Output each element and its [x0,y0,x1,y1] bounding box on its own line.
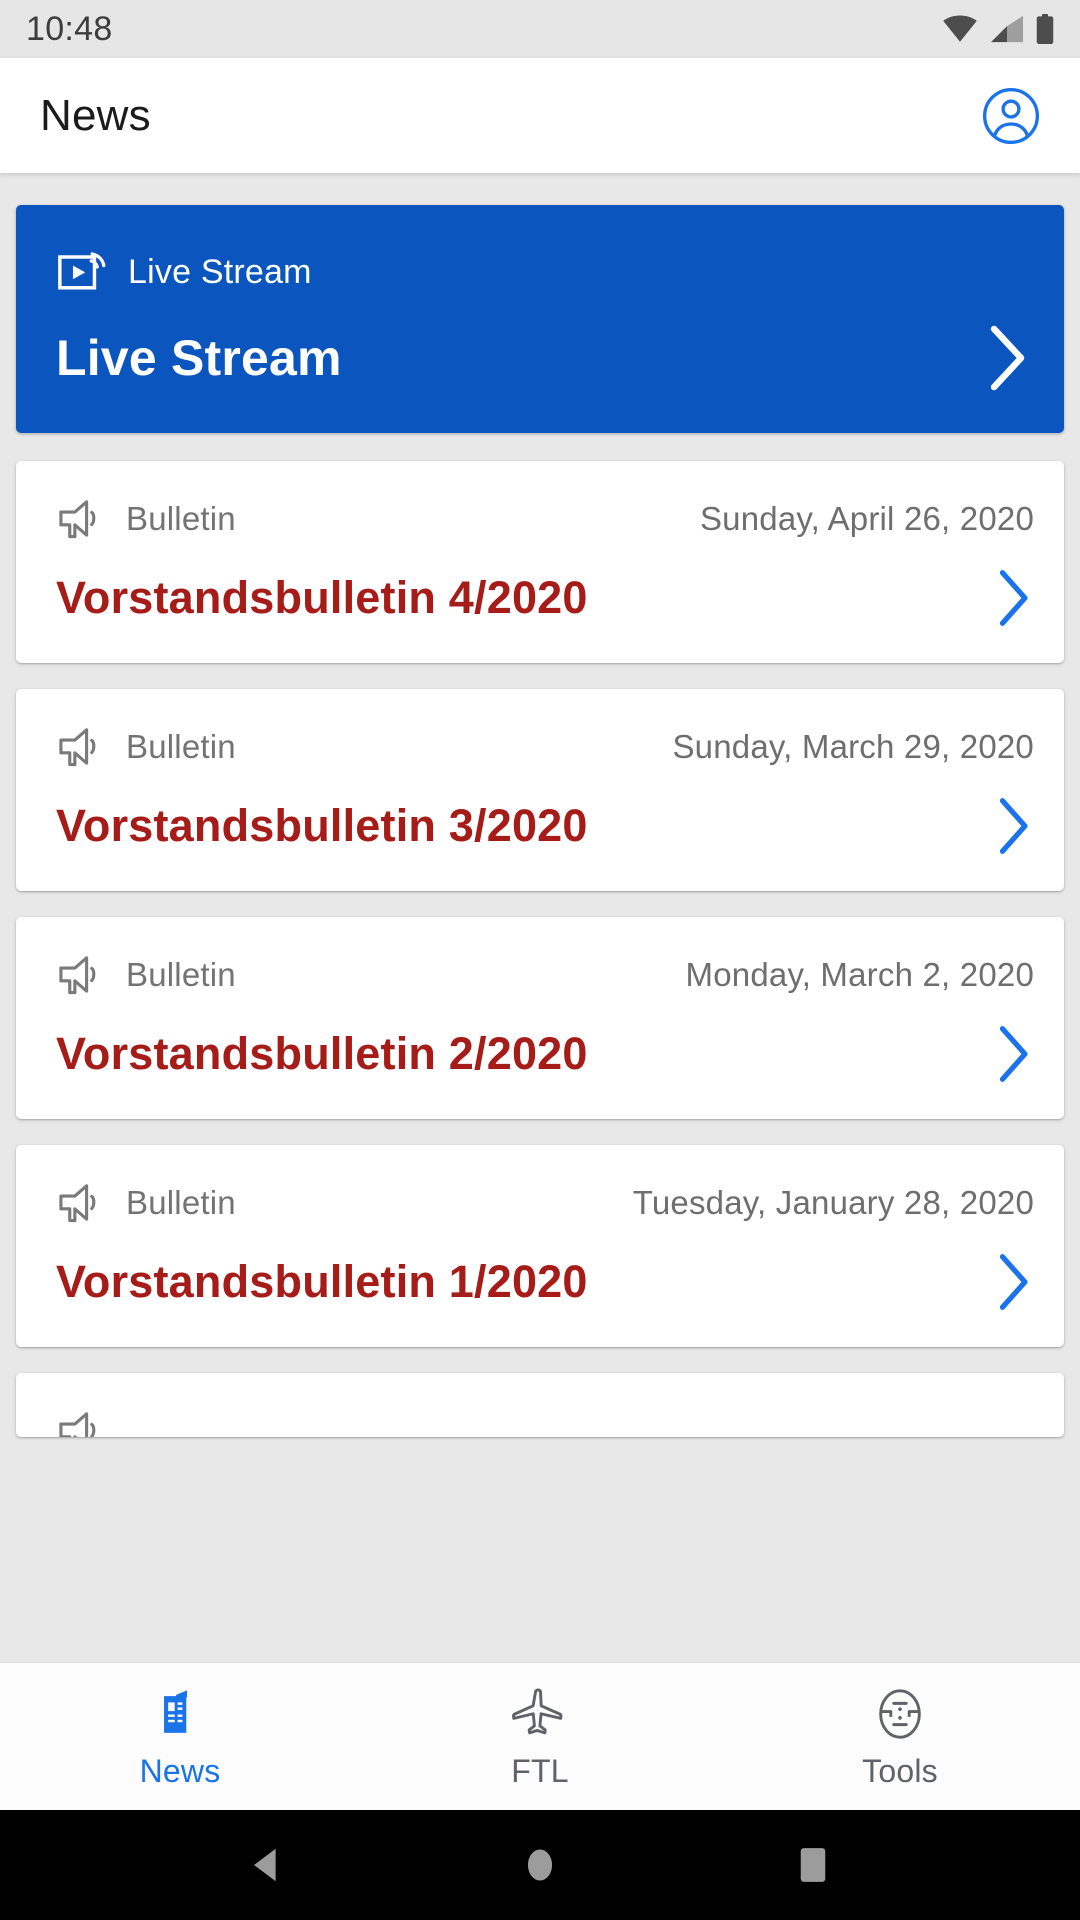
bulletin-meta-row: Bulletin Monday, March 2, 2020 [56,953,1034,997]
tools-face-icon [871,1683,929,1745]
cellular-signal-icon [991,15,1023,43]
bulletin-title: Vorstandsbulletin 4/2020 [56,572,588,623]
bulletin-title: Vorstandsbulletin 3/2020 [56,800,588,851]
newspaper-icon [151,1683,209,1745]
bulletin-title: Vorstandsbulletin 1/2020 [56,1256,588,1307]
account-circle-icon[interactable] [980,85,1042,147]
megaphone-icon [59,728,96,767]
bulletin-title-row: Vorstandsbulletin 2/2020 [56,1023,1034,1085]
news-feed-list[interactable]: Live Stream Live Stream Bulletin Sunday,… [0,173,1080,1662]
bulletin-date: Sunday, March 29, 2020 [672,728,1034,765]
nav-label-ftl: FTL [511,1753,569,1789]
status-bar: 10:48 [0,0,1080,58]
bulletin-title: Vorstandsbulletin 2/2020 [56,1028,588,1079]
bulletin-category-group: Bulletin [56,953,236,997]
bulletin-card[interactable]: Bulletin Sunday, April 26, 2020 Vorstand… [16,461,1064,663]
bulletin-meta-row [56,1409,1034,1437]
bulletin-meta-row: Bulletin Tuesday, January 28, 2020 [56,1181,1034,1225]
back-triangle-icon[interactable] [244,1842,290,1888]
nav-item-ftl[interactable]: FTL [360,1663,720,1810]
wifi-icon [943,15,977,42]
bulletin-card[interactable]: Bulletin Tuesday, January 28, 2020 Vorst… [16,1145,1064,1347]
page-title: News [40,90,151,140]
bulletin-card-body: Bulletin Sunday, April 26, 2020 Vorstand… [16,461,1064,663]
home-circle-icon[interactable] [517,1842,563,1888]
bulletin-title-row: Vorstandsbulletin 1/2020 [56,1251,1034,1313]
status-bar-icons [942,13,1054,45]
bulletin-category: Bulletin [126,1184,236,1221]
bulletin-category-group: Bulletin [56,1181,236,1225]
bulletin-date: Monday, March 2, 2020 [685,956,1034,993]
bulletin-category: Bulletin [126,728,236,765]
nav-label-tools: Tools [862,1753,938,1789]
battery-icon [1036,14,1054,44]
bulletin-meta-row: Bulletin Sunday, March 29, 2020 [56,725,1034,769]
bulletin-title-row: Vorstandsbulletin 3/2020 [56,795,1034,857]
chevron-right-icon[interactable] [992,795,1034,857]
cast-stream-icon [58,252,106,290]
megaphone-icon [59,1184,96,1223]
live-stream-title-row: Live Stream [56,323,1030,393]
bulletin-card-body: Bulletin Sunday, March 29, 2020 Vorstand… [16,689,1064,891]
bulletin-card-body: Bulletin Monday, March 2, 2020 Vorstands… [16,917,1064,1119]
recents-square-icon[interactable] [790,1842,836,1888]
megaphone-icon [59,956,96,995]
megaphone-icon [59,500,96,539]
bulletin-card-body: Bulletin Tuesday, January 28, 2020 Vorst… [16,1145,1064,1347]
app-bar: News [0,58,1080,173]
live-stream-meta: Live Stream [56,247,1030,297]
bulletin-category-group: Bulletin [56,725,236,769]
bulletin-date: Sunday, April 26, 2020 [699,500,1034,537]
chevron-right-icon[interactable] [984,323,1030,393]
bulletin-category-group: Bulletin [56,497,236,541]
bulletin-card[interactable]: Bulletin Monday, March 2, 2020 Vorstands… [16,917,1064,1119]
android-system-nav [0,1810,1080,1920]
bulletin-date: Tuesday, January 28, 2020 [632,1184,1034,1221]
airplane-icon [511,1683,569,1745]
bulletin-category-group [56,1409,104,1437]
nav-label-news: News [139,1753,221,1789]
chevron-right-icon[interactable] [992,1023,1034,1085]
nav-item-tools[interactable]: Tools [720,1663,1080,1810]
bottom-navigation: News FTL Tools [0,1662,1080,1810]
bulletin-category: Bulletin [126,500,236,537]
megaphone-icon [59,1412,96,1437]
nav-item-news[interactable]: News [0,1663,360,1810]
phone-screen: 10:48 News Live Stream Live Stream Bulle… [0,0,1080,1920]
chevron-right-icon[interactable] [992,1251,1034,1313]
bulletin-title-row: Vorstandsbulletin 4/2020 [56,567,1034,629]
status-bar-clock: 10:48 [26,9,113,48]
bulletin-card-partial[interactable] [16,1373,1064,1437]
bulletin-card-body [16,1373,1064,1437]
bulletin-category: Bulletin [126,956,236,993]
bulletin-meta-row: Bulletin Sunday, April 26, 2020 [56,497,1034,541]
live-stream-category: Live Stream [128,252,312,291]
live-stream-card[interactable]: Live Stream Live Stream [16,205,1064,433]
bulletin-card[interactable]: Bulletin Sunday, March 29, 2020 Vorstand… [16,689,1064,891]
live-stream-title: Live Stream [56,330,342,386]
chevron-right-icon[interactable] [992,567,1034,629]
